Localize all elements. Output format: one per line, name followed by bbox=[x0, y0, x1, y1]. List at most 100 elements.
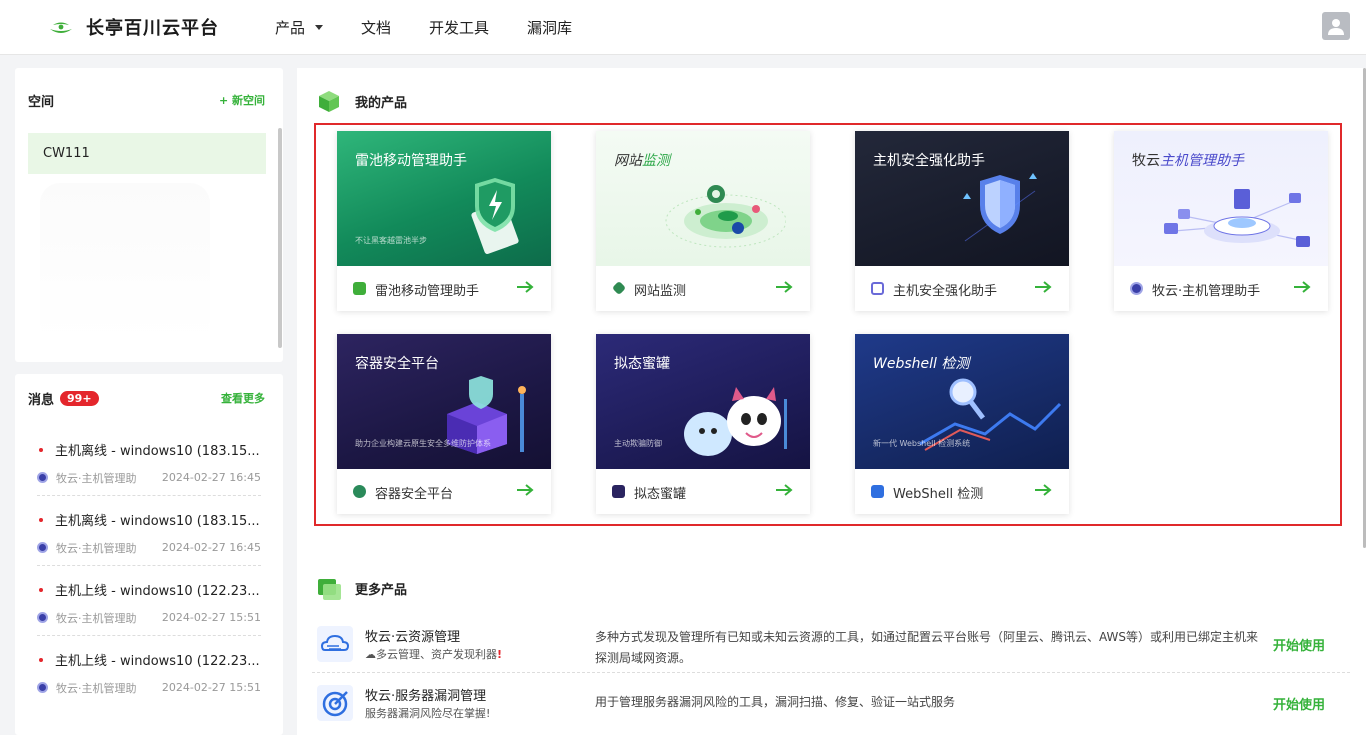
product-name: 牧云·服务器漏洞管理 bbox=[365, 689, 487, 704]
nav-products[interactable]: 产品 bbox=[275, 17, 324, 38]
banner-subtitle: 不让黑客越雷池半步 bbox=[355, 236, 427, 245]
unread-dot bbox=[39, 658, 43, 662]
product-card-site-monitor[interactable]: 网站监测 网站监测 bbox=[596, 131, 810, 311]
my-products-title: 我的产品 bbox=[355, 95, 408, 111]
container-security-icon bbox=[353, 485, 366, 498]
product-banner: 容器安全平台 助力企业构建云原生安全多维防护体系 bbox=[337, 334, 551, 469]
nav-vuln-db[interactable]: 漏洞库 bbox=[527, 17, 572, 38]
shield-icon bbox=[963, 173, 1037, 242]
product-footer: 拟态蜜罐 bbox=[596, 469, 810, 514]
message-item[interactable]: 主机上线 - windows10 (122.23... 牧云·主机管理助 202… bbox=[37, 566, 261, 636]
product-footer: 容器安全平台 bbox=[337, 469, 551, 514]
banner-title-highlight: 主机管理助手 bbox=[1160, 153, 1244, 169]
product-card-host-hardening[interactable]: 主机安全强化助手 主机安全强化助手 bbox=[855, 131, 1069, 311]
arrow-right-icon[interactable] bbox=[516, 280, 534, 294]
site-monitor-icon bbox=[611, 280, 627, 296]
space-scrollbar[interactable] bbox=[278, 128, 282, 348]
product-card-muyun-host[interactable]: 牧云主机管理助手 牧云·主机管理助手 bbox=[1114, 131, 1328, 311]
unread-dot bbox=[39, 588, 43, 592]
unread-badge: 99+ bbox=[60, 391, 99, 406]
arrow-right-icon[interactable] bbox=[516, 483, 534, 497]
arrow-right-icon[interactable] bbox=[1034, 280, 1052, 294]
more-product-row: 牧云·云资源管理 ☁多云管理、资产发现利器! 多种方式发现及管理所有已知或未知云… bbox=[312, 616, 1350, 673]
start-using-button[interactable]: 开始使用 bbox=[1273, 635, 1325, 654]
top-navbar: 长亭百川云平台 产品 文档 开发工具 漏洞库 bbox=[0, 0, 1366, 55]
product-name: 牧云·云资源管理 bbox=[365, 630, 461, 645]
banner-subtitle: 新一代 Webshell 检测系统 bbox=[873, 439, 971, 448]
muyun-icon bbox=[37, 682, 48, 693]
webshell-icon bbox=[871, 485, 884, 498]
user-icon bbox=[1328, 19, 1344, 35]
product-label: 雷池移动管理助手 bbox=[375, 284, 480, 299]
product-card-webshell[interactable]: Webshell 检测 新一代 Webshell 检测系统 WebShell 检… bbox=[855, 334, 1069, 514]
space-list-area bbox=[40, 183, 210, 343]
message-time: 2024-02-27 16:45 bbox=[161, 471, 261, 484]
radar-icon bbox=[665, 185, 786, 248]
message-text: 主机离线 - windows10 (183.15... bbox=[55, 514, 260, 529]
message-text: 主机上线 - windows10 (122.23... bbox=[55, 654, 260, 669]
muyun-icon bbox=[37, 472, 48, 483]
product-tagline: 服务器漏洞风险尽在掌握! bbox=[365, 707, 491, 720]
muyun-icon bbox=[37, 542, 48, 553]
product-banner: 牧云主机管理助手 bbox=[1114, 131, 1328, 266]
message-item[interactable]: 主机离线 - windows10 (183.15... 牧云·主机管理助 202… bbox=[37, 426, 261, 496]
nav-docs[interactable]: 文档 bbox=[361, 17, 391, 38]
space-panel: 空间 + 新空间 CW111 bbox=[15, 68, 283, 362]
message-item[interactable]: 主机上线 - windows10 (122.23... 牧云·主机管理助 202… bbox=[37, 636, 261, 706]
product-footer: 主机安全强化助手 bbox=[855, 266, 1069, 311]
product-footer: WebShell 检测 bbox=[855, 469, 1069, 514]
banner-subtitle: 主动欺骗防御 bbox=[614, 439, 662, 448]
logo-text: 长亭百川云平台 bbox=[86, 18, 219, 39]
banner-title: 主机安全强化助手 bbox=[873, 153, 985, 169]
honeypot-icon bbox=[612, 485, 625, 498]
banner-subtitle: 助力企业构建云原生安全多维防护体系 bbox=[355, 439, 491, 448]
unread-dot bbox=[39, 448, 43, 452]
arrow-right-icon[interactable] bbox=[775, 483, 793, 497]
product-description: 多种方式发现及管理所有已知或未知云资源的工具，如通过配置云平台账号（阿里云、腾讯… bbox=[595, 630, 1259, 665]
safeline-icon bbox=[353, 282, 366, 295]
cloud-icon bbox=[317, 626, 353, 662]
product-description: 用于管理服务器漏洞风险的工具，漏洞扫描、修复、验证一站式服务 bbox=[595, 695, 956, 709]
arrow-right-icon[interactable] bbox=[1034, 483, 1052, 497]
banner-title-part: 牧云 bbox=[1132, 153, 1160, 169]
more-products-title: 更多产品 bbox=[355, 582, 408, 598]
product-footer: 牧云·主机管理助手 bbox=[1114, 266, 1328, 311]
space-title: 空间 bbox=[28, 95, 55, 110]
product-footer: 网站监测 bbox=[596, 266, 810, 311]
arrow-right-icon[interactable] bbox=[1293, 280, 1311, 294]
messages-panel: 消息 99+ 查看更多 主机离线 - windows10 (183.15... … bbox=[15, 374, 283, 735]
target-icon bbox=[317, 685, 353, 721]
view-more-link[interactable]: 查看更多 bbox=[221, 390, 265, 406]
product-banner: 拟态蜜罐 主动欺骗防御 bbox=[596, 334, 810, 469]
user-avatar[interactable] bbox=[1322, 12, 1350, 40]
product-card-honeypot[interactable]: 拟态蜜罐 主动欺骗防御 拟态蜜罐 bbox=[596, 334, 810, 514]
message-time: 2024-02-27 16:45 bbox=[161, 541, 261, 554]
alert-mark: ! bbox=[497, 648, 503, 661]
arrow-right-icon[interactable] bbox=[775, 280, 793, 294]
product-label: 网站监测 bbox=[634, 284, 687, 299]
shield-icon bbox=[471, 178, 519, 254]
unread-dot bbox=[39, 518, 43, 522]
product-banner: Webshell 检测 新一代 Webshell 检测系统 bbox=[855, 334, 1069, 469]
logo[interactable]: 长亭百川云平台 bbox=[48, 14, 219, 40]
product-label: WebShell 检测 bbox=[893, 487, 984, 502]
product-banner: 雷池移动管理助手 不让黑客越雷池半步 bbox=[337, 131, 551, 266]
message-time: 2024-02-27 15:51 bbox=[161, 611, 261, 624]
product-card-safeline-mobile[interactable]: 雷池移动管理助手 不让黑客越雷池半步 雷池移动管理助手 bbox=[337, 131, 551, 311]
product-card-container-security[interactable]: 容器安全平台 助力企业构建云原生安全多维防护体系 容器安全平台 bbox=[337, 334, 551, 514]
product-tagline: ☁多云管理、资产发现利器! bbox=[365, 646, 502, 662]
main-nav: 产品 文档 开发工具 漏洞库 bbox=[275, 17, 610, 38]
package-icon bbox=[318, 579, 341, 600]
banner-title: 拟态蜜罐 bbox=[614, 356, 670, 372]
message-source: 牧云·主机管理助 bbox=[56, 542, 137, 555]
start-using-button[interactable]: 开始使用 bbox=[1273, 694, 1325, 713]
new-space-button[interactable]: + 新空间 bbox=[219, 92, 265, 108]
message-item[interactable]: 主机离线 - windows10 (183.15... 牧云·主机管理助 202… bbox=[37, 496, 261, 566]
product-banner: 主机安全强化助手 bbox=[855, 131, 1069, 266]
message-text: 主机离线 - windows10 (183.15... bbox=[55, 444, 260, 459]
space-item[interactable]: CW111 bbox=[28, 133, 266, 174]
message-source: 牧云·主机管理助 bbox=[56, 612, 137, 625]
nav-devtools[interactable]: 开发工具 bbox=[429, 17, 489, 38]
host-shield-icon bbox=[871, 282, 884, 295]
main-panel: 我的产品 雷池移动管理助手 不让黑客越雷池半步 雷池移动管理助手 网站监测 网站… bbox=[297, 68, 1366, 735]
